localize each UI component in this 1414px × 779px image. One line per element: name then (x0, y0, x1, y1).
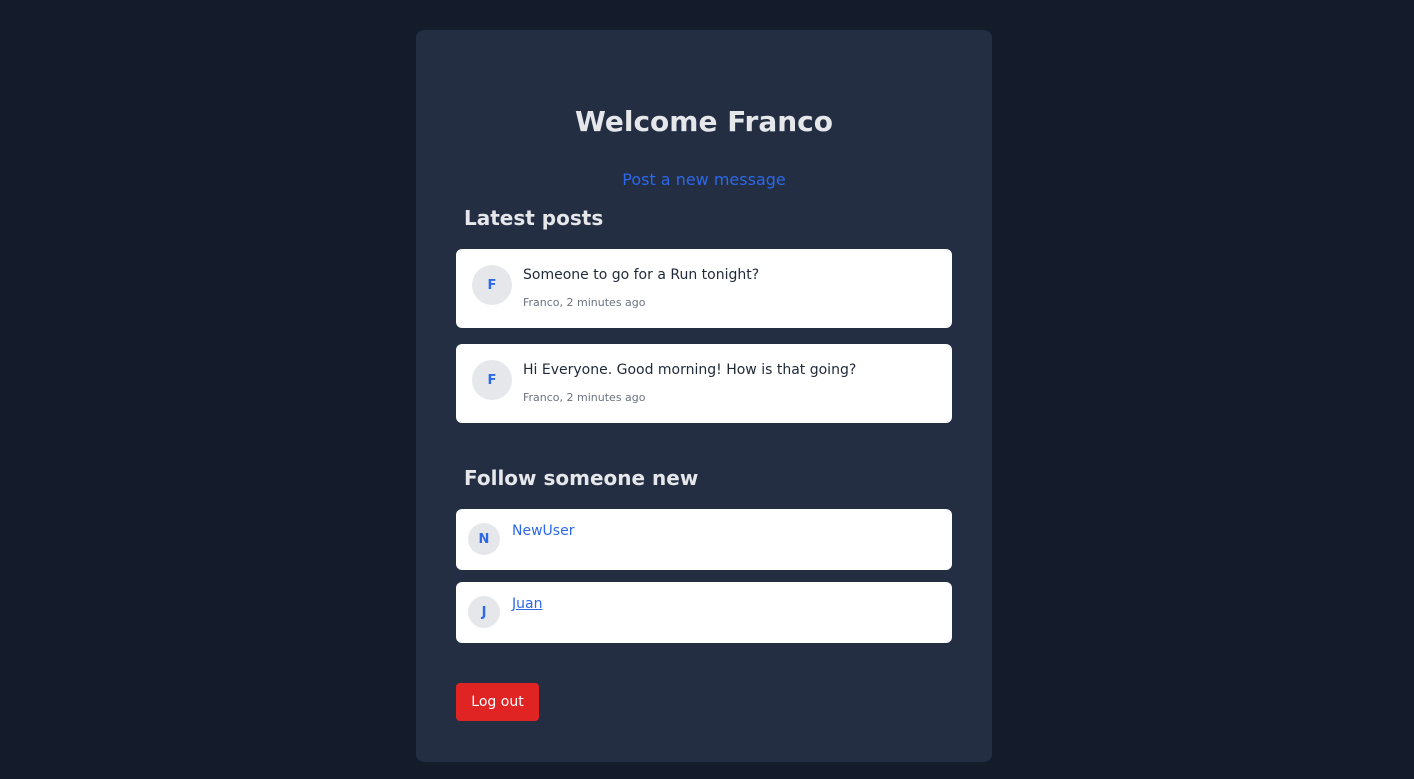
user-link-newuser[interactable]: NewUser (512, 521, 574, 541)
avatar: F (472, 360, 512, 400)
main-panel: Welcome Franco Post a new message Latest… (416, 30, 992, 762)
page-title: Welcome Franco (574, 105, 834, 138)
post-card: F Someone to go for a Run tonight? Franc… (456, 249, 952, 328)
follow-someone-heading: Follow someone new (464, 466, 699, 490)
logout-button[interactable]: Log out (456, 683, 539, 721)
post-card: F Hi Everyone. Good morning! How is that… (456, 344, 952, 423)
post-new-message-link[interactable]: Post a new message (416, 169, 992, 191)
avatar: F (472, 265, 512, 305)
user-card: J Juan (456, 582, 952, 643)
avatar: N (468, 523, 500, 555)
latest-posts-heading: Latest posts (464, 206, 604, 230)
post-message: Someone to go for a Run tonight? (523, 267, 760, 283)
avatar: J (468, 596, 500, 628)
post-meta: Franco, 2 minutes ago (523, 296, 646, 309)
user-link-juan[interactable]: Juan (512, 594, 542, 614)
post-message: Hi Everyone. Good morning! How is that g… (523, 362, 857, 378)
post-meta: Franco, 2 minutes ago (523, 391, 646, 404)
user-card: N NewUser (456, 509, 952, 570)
